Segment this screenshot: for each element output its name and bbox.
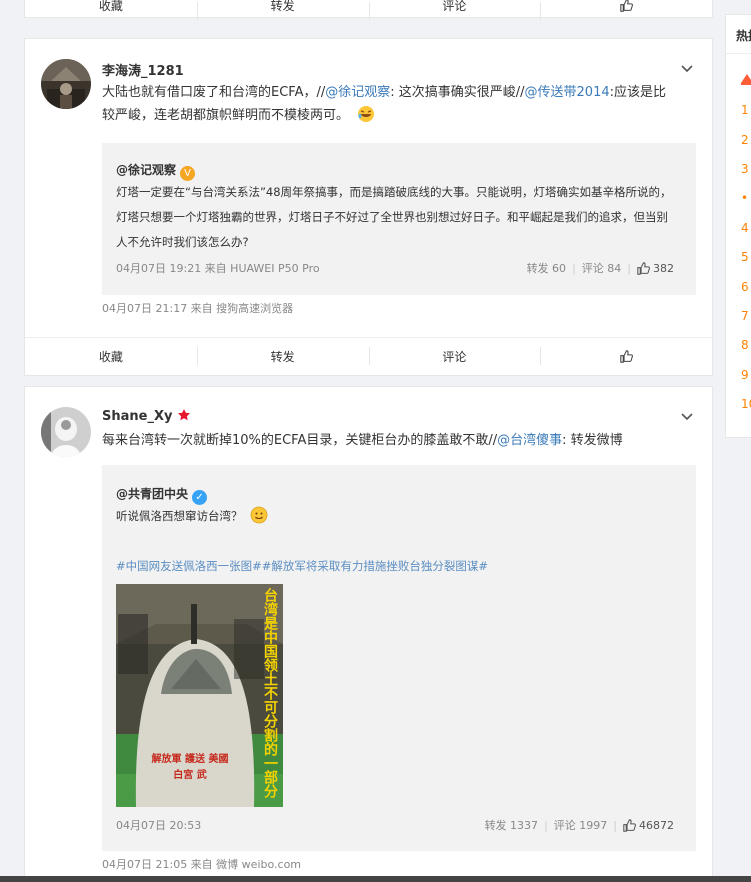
repost-count[interactable]: 转发 60 (527, 260, 567, 276)
laughing-emoji-icon (358, 106, 375, 122)
post-text: 大陆也就有借口废了和台湾的ECFA，//@徐记观察: 这次搞事确实很严峻//@传… (102, 85, 667, 123)
chevron-down-icon[interactable] (680, 409, 694, 423)
hot-rank[interactable]: 2 (741, 133, 749, 147)
hot-rank[interactable]: 5 (741, 250, 749, 264)
hot-rank[interactable]: 4 (741, 221, 749, 235)
forward-button[interactable]: 转发 (196, 0, 369, 20)
smile-emoji-icon (250, 506, 268, 524)
quoted-username[interactable]: @共青团中央 (116, 487, 188, 501)
quoted-text: 灯塔一定要在“与台湾关系法”48周年祭搞事，而是搞踏破底线的大事。只能说明，灯塔… (116, 185, 672, 249)
hot-rank[interactable]: 10 (741, 397, 751, 411)
like-button[interactable] (540, 337, 712, 375)
avatar[interactable] (41, 407, 91, 457)
thumbs-up-icon[interactable] (637, 261, 650, 275)
mention-link[interactable]: @台湾傻事 (497, 433, 562, 448)
verified-gold-icon: V (180, 166, 196, 181)
hot-rank[interactable]: 9 (741, 368, 749, 382)
mention-link[interactable]: @徐记观察 (325, 85, 390, 100)
image-caption-vertical: 台湾是中国领土不可分割的一部分 (262, 588, 278, 798)
thumbs-up-icon[interactable] (623, 818, 636, 832)
hot-rank[interactable]: 3 (741, 162, 749, 176)
quoted-post[interactable]: @共青团中央 ✓ 听说佩洛西想窜访台湾？ #中国网友送佩洛西一张图##解放军将采取… (102, 465, 696, 851)
hot-rank[interactable]: 8 (741, 338, 749, 352)
quoted-text: 听说佩洛西想窜访台湾？ (116, 504, 268, 529)
sidebar-title: 热搜 (736, 29, 751, 43)
post-image[interactable]: 台湾是中国领土不可分割的一部分 解放軍 護送 美國白宮 武 (116, 584, 283, 807)
comment-button[interactable]: 评论 (368, 0, 541, 20)
post-card: 李海涛_1281 大陆也就有借口废了和台湾的ECFA，//@徐记观察: 这次搞事… (24, 38, 713, 376)
forward-button[interactable]: 转发 (196, 337, 369, 375)
like-button[interactable] (540, 0, 712, 20)
mention-link[interactable]: @传送带2014 (525, 85, 610, 100)
quoted-post[interactable]: @徐记观察 V 灯塔一定要在“与台湾关系法”48周年祭搞事，而是搞踏破底线的大事。… (102, 143, 696, 295)
hot-rank[interactable]: 7 (741, 309, 749, 323)
hot-search-sidebar: 热搜 1 2 3 • 4 5 6 7 8 9 10 (725, 14, 751, 438)
post-meta: 04月07日 21:17 来自 搜狗高速浏览器 (102, 302, 294, 315)
quoted-meta: 04月07日 19:21 来自 HUAWEI P50 Pro (116, 262, 320, 275)
action-bar: 收藏 转发 评论 (25, 337, 712, 375)
quoted-meta: 04月07日 20:53 (116, 819, 202, 832)
quoted-stats: 转发 60 | 评论 84 | 382 (526, 260, 674, 276)
avatar[interactable] (41, 59, 91, 109)
chevron-down-icon[interactable] (680, 61, 694, 75)
like-count: 382 (653, 261, 674, 275)
comment-count[interactable]: 评论 1997 (554, 817, 608, 833)
comment-button[interactable]: 评论 (368, 337, 541, 375)
username[interactable]: 李海涛_1281 (102, 60, 184, 79)
window-bottom-edge (0, 876, 751, 882)
verified-blue-icon: ✓ (192, 490, 208, 505)
quoted-stats: 转发 1337 | 评论 1997 | 46872 (484, 817, 674, 833)
star-badge-icon (178, 409, 190, 421)
repost-count[interactable]: 转发 1337 (485, 817, 539, 833)
hot-search-top-icon (741, 74, 751, 85)
post-card: Shane_Xy 每来台湾转一次就断掉10%的ECFA目录，关键柜台办的膝盖敢不… (24, 386, 713, 882)
quoted-username[interactable]: @徐记观察 (116, 163, 176, 177)
thumbs-up-icon (619, 0, 633, 12)
hot-rank-dot[interactable]: • (741, 191, 748, 205)
image-caption-stamp: 解放軍 護送 美國白宮 武 (151, 754, 229, 781)
thumbs-up-icon (619, 349, 633, 363)
collect-button[interactable]: 收藏 (25, 337, 197, 375)
hot-rank[interactable]: 1 (741, 103, 749, 117)
comment-count[interactable]: 评论 84 (582, 260, 622, 276)
hot-rank[interactable]: 6 (741, 280, 749, 294)
top-action-bar: 收藏 转发 评论 (24, 0, 713, 20)
post-text: 每来台湾转一次就断掉10%的ECFA目录，关键柜台办的膝盖敢不敢//@台湾傻事:… (102, 433, 623, 448)
collect-button[interactable]: 收藏 (25, 0, 197, 18)
like-count: 46872 (639, 818, 674, 832)
hashtag-links[interactable]: #中国网友送佩洛西一张图##解放军将采取有力措施挫败台独分裂图谋# (116, 558, 488, 574)
username[interactable]: Shane_Xy (102, 408, 191, 424)
post-meta: 04月07日 21:05 来自 微博 weibo.com (102, 858, 302, 871)
